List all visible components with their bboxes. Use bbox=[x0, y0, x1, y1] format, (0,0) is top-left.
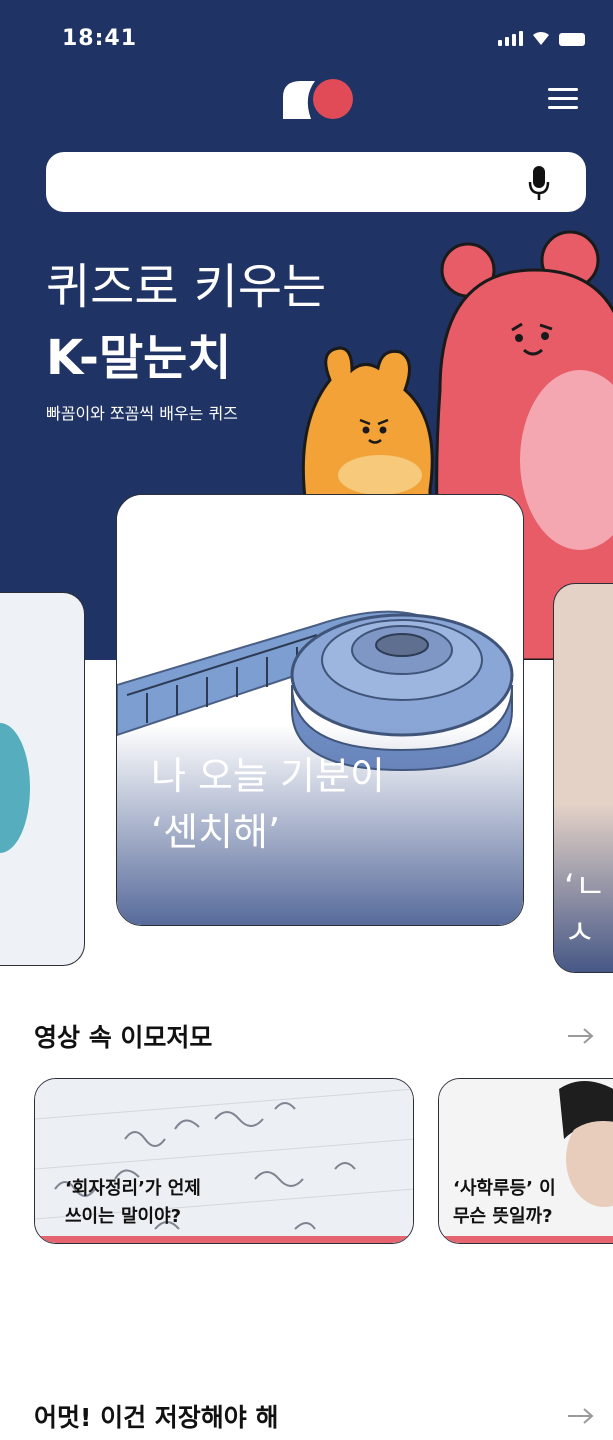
search-input[interactable] bbox=[66, 152, 526, 212]
status-bar: 18:41 bbox=[0, 0, 613, 80]
signal-icon bbox=[498, 31, 523, 46]
video-card-accent-bar bbox=[439, 1236, 613, 1243]
video-card[interactable]: ‘사학루등’ 이 무슨 뜻일까? bbox=[438, 1078, 613, 1244]
hero-title-line1: 퀴즈로 키우는 bbox=[46, 259, 327, 315]
brand-logo-icon[interactable] bbox=[281, 77, 357, 121]
card-title-line1: 나 오늘 기분이 bbox=[151, 754, 385, 798]
card-title-line2: ‘센치해’ bbox=[151, 810, 281, 854]
battery-icon bbox=[559, 33, 585, 46]
section-title-videos: 영상 속 이모저모 bbox=[34, 1023, 213, 1052]
video-card-accent-bar bbox=[35, 1236, 413, 1243]
arrow-right-icon[interactable] bbox=[566, 1026, 596, 1046]
hero-subtitle: 빠꼼이와 쪼꼼씩 배우는 퀴즈 bbox=[46, 404, 238, 423]
section-title-saved: 어멋! 이건 저장해야 해 bbox=[34, 1403, 279, 1432]
carousel-card-prev[interactable] bbox=[0, 592, 85, 966]
status-icons bbox=[498, 30, 585, 46]
wifi-icon bbox=[533, 31, 549, 45]
carousel-next-title-peek: ‘ㄴ ㅅ bbox=[564, 867, 607, 953]
carousel-card-main[interactable]: 나 오늘 기분이 ‘센치해’ bbox=[116, 494, 524, 926]
video-card-title: ‘사학루등’ 이 무슨 뜻일까? bbox=[453, 1178, 556, 1227]
status-time: 18:41 bbox=[62, 26, 138, 51]
hamburger-menu-icon[interactable] bbox=[548, 86, 578, 110]
microphone-icon[interactable] bbox=[528, 166, 550, 200]
carousel-card-next[interactable]: ‘ㄴ ㅅ bbox=[553, 583, 613, 973]
hero-title-line2: K-말눈치 bbox=[46, 330, 232, 386]
video-card-title: ‘회자정리’가 언제 쓰이는 말이야? bbox=[65, 1178, 201, 1227]
search-bar[interactable] bbox=[46, 152, 586, 212]
arrow-right-icon[interactable] bbox=[566, 1406, 596, 1426]
video-card[interactable]: ‘회자정리’가 언제 쓰이는 말이야? bbox=[34, 1078, 414, 1244]
